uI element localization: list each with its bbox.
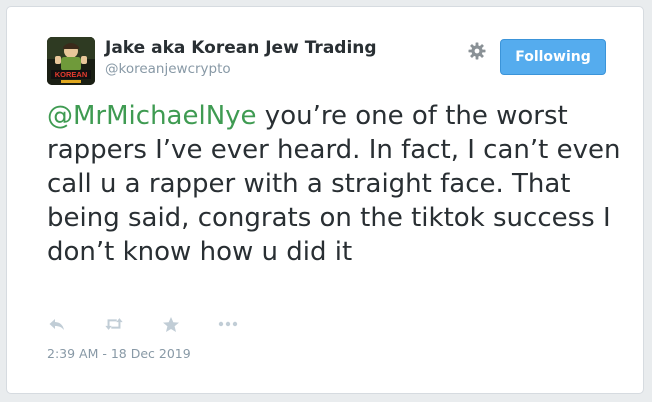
tweet-timestamp[interactable]: 2:39 AM - 18 Dec 2019: [47, 346, 191, 361]
avatar[interactable]: KOREAN: [47, 37, 95, 85]
following-button[interactable]: Following: [500, 39, 606, 75]
reply-icon[interactable]: [47, 314, 67, 334]
more-icon[interactable]: [218, 314, 238, 334]
tweet-text: @MrMichaelNye you’re one of the worst ra…: [47, 99, 627, 269]
gear-icon[interactable]: [467, 41, 487, 61]
tweet-actions: [47, 313, 238, 335]
star-icon[interactable]: [161, 314, 181, 334]
mention-link[interactable]: @MrMichaelNye: [47, 101, 257, 131]
retweet-icon[interactable]: [104, 314, 124, 334]
tweet-card: KOREAN Jake aka Korean Jew Trading @kore…: [6, 6, 644, 394]
display-name[interactable]: Jake aka Korean Jew Trading: [105, 38, 377, 58]
avatar-logo-text: KOREAN: [55, 70, 88, 79]
avatar-image: KOREAN: [47, 37, 95, 85]
user-handle[interactable]: @koreanjewcrypto: [105, 61, 231, 77]
